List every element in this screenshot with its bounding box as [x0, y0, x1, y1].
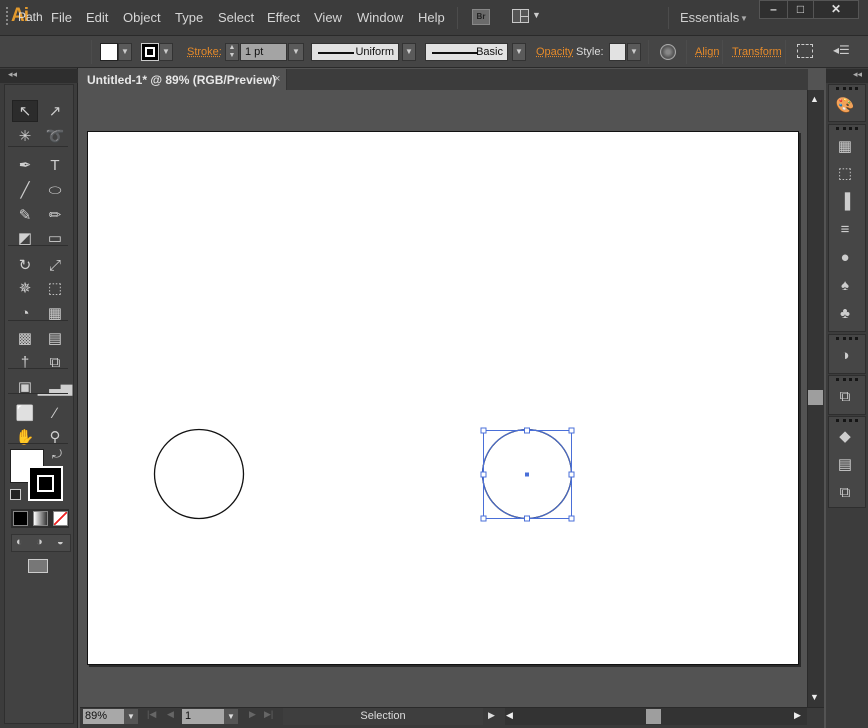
- artboards-panel-icon[interactable]: ⧉: [835, 388, 855, 406]
- horizontal-scroll-thumb[interactable]: [646, 709, 661, 724]
- bbox-handle[interactable]: [568, 515, 575, 522]
- artboard-number-field[interactable]: 1: [182, 709, 224, 724]
- zoom-level-field[interactable]: 89%: [83, 709, 124, 724]
- gradient-panel-icon[interactable]: ▤: [835, 456, 855, 474]
- first-artboard-button[interactable]: |◀: [147, 709, 156, 720]
- artboard-dropdown[interactable]: ▼: [224, 709, 238, 724]
- expand-panels-button[interactable]: ◂◂: [826, 69, 868, 83]
- bbox-handle[interactable]: [524, 427, 530, 434]
- next-artboard-button[interactable]: ▶: [249, 709, 256, 720]
- panel-grip[interactable]: [836, 419, 858, 422]
- center-point: [525, 472, 529, 477]
- bbox-handle[interactable]: [480, 515, 487, 522]
- zoom-dropdown[interactable]: ▼: [124, 709, 138, 724]
- ellipse-object[interactable]: [153, 428, 245, 520]
- panel-grip[interactable]: [836, 87, 858, 90]
- transparency-panel-icon[interactable]: ◑: [835, 347, 855, 365]
- status-menu-arrow-icon[interactable]: ▶: [488, 710, 495, 721]
- canvas-objects: [153, 427, 575, 522]
- last-artboard-button[interactable]: ▶|: [264, 709, 273, 720]
- panel-grip[interactable]: [836, 127, 858, 130]
- layers-panel-icon[interactable]: ◆: [835, 428, 855, 446]
- appearance-panel-icon[interactable]: ●: [835, 249, 855, 267]
- panel-grip[interactable]: [836, 378, 858, 381]
- color-panel-icon[interactable]: 🎨: [835, 97, 855, 115]
- selected-ellipse-group[interactable]: [480, 427, 575, 522]
- bbox-handle[interactable]: [568, 427, 575, 434]
- bbox-handle[interactable]: [524, 515, 530, 522]
- brushes-panel-icon[interactable]: ♠: [835, 277, 855, 295]
- transform-panel-icon[interactable]: ⬚: [835, 165, 855, 183]
- symbols-panel-icon[interactable]: ♣: [835, 305, 855, 323]
- stroke-panel-icon[interactable]: ≡: [835, 221, 855, 239]
- vertical-scroll-thumb[interactable]: [808, 390, 823, 405]
- pathfinder-panel-icon[interactable]: ⧉: [835, 484, 855, 502]
- current-tool-status[interactable]: Selection: [283, 708, 483, 725]
- scroll-left-icon[interactable]: ◀: [506, 710, 513, 721]
- bbox-handle[interactable]: [480, 427, 487, 434]
- swatches-panel-icon[interactable]: ▦: [835, 138, 855, 156]
- align-panel-icon[interactable]: ▐: [835, 193, 855, 211]
- previous-artboard-button[interactable]: ◀: [167, 709, 174, 720]
- bbox-handle[interactable]: [568, 471, 575, 478]
- scroll-down-icon[interactable]: ▼: [810, 692, 819, 702]
- scroll-right-icon[interactable]: ▶: [794, 710, 801, 721]
- panel-grip[interactable]: [836, 337, 858, 340]
- bbox-handle[interactable]: [480, 471, 487, 478]
- scroll-up-icon[interactable]: ▲: [810, 94, 819, 104]
